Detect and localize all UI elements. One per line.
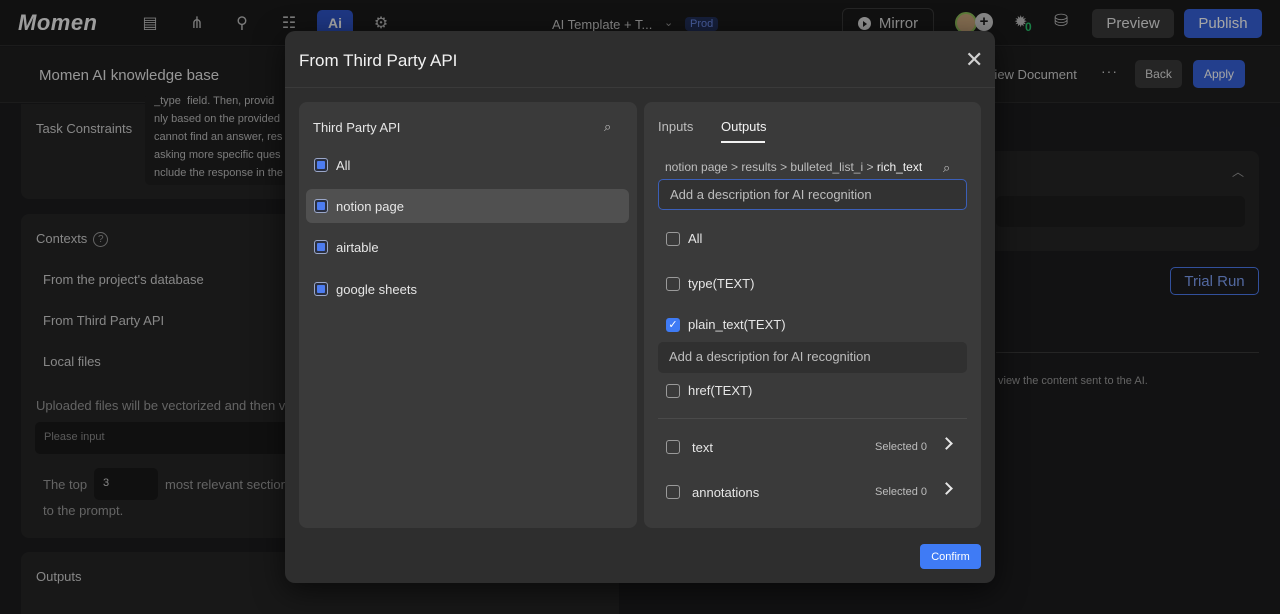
field-href[interactable]: href(TEXT) (666, 383, 752, 398)
tab-inputs[interactable]: Inputs (658, 119, 693, 134)
close-icon[interactable]: ✕ (965, 49, 983, 71)
api-source-airtable[interactable]: airtable (306, 230, 629, 264)
breadcrumb-path[interactable]: notion page > results > bulleted_list_i … (665, 160, 877, 174)
third-party-api-dialog: From Third Party API ✕ Third Party API ⌕… (285, 31, 995, 583)
field-label: type(TEXT) (688, 276, 755, 291)
field-label: href(TEXT) (688, 383, 753, 398)
group-label: text (692, 439, 713, 455)
api-source-label: All (336, 157, 351, 173)
checkbox[interactable] (666, 276, 680, 291)
search-icon[interactable]: ⌕ (604, 119, 611, 135)
checkbox-partial[interactable] (314, 199, 328, 213)
group-label: annotations (692, 484, 760, 500)
divider (285, 87, 995, 88)
api-source-notion-page[interactable]: notion page (306, 189, 629, 223)
field-type[interactable]: type(TEXT) (666, 276, 754, 291)
chevron-right-icon[interactable] (940, 482, 953, 495)
checkbox[interactable] (666, 440, 680, 454)
field-all[interactable]: All (666, 231, 702, 246)
dialog-title: From Third Party API (299, 51, 458, 70)
api-source-google-sheets[interactable]: google sheets (306, 272, 629, 306)
divider (658, 418, 967, 419)
field-label: All (688, 231, 703, 246)
api-source-list: Third Party API ⌕ All notion page airtab… (299, 102, 637, 528)
api-source-all[interactable]: All (306, 148, 629, 182)
description-input[interactable]: Add a description for AI recognition (658, 342, 967, 373)
checkbox[interactable] (666, 485, 680, 499)
checkbox-partial[interactable] (314, 282, 328, 296)
api-list-heading: Third Party API (313, 120, 401, 135)
group-row-annotations[interactable]: annotations Selected 0 (666, 482, 961, 502)
checkbox[interactable] (666, 383, 680, 398)
confirm-button[interactable]: Confirm (920, 544, 981, 569)
selected-count: Selected 0 (875, 486, 927, 498)
api-source-label: google sheets (336, 281, 417, 297)
field-selector: Inputs Outputs notion page > results > b… (644, 102, 981, 528)
checkbox-partial[interactable] (314, 240, 328, 254)
checkbox-partial[interactable] (314, 158, 328, 172)
api-source-label: airtable (336, 239, 379, 255)
field-plain-text[interactable]: ✓ plain_text(TEXT) (666, 317, 786, 332)
breadcrumb: notion page > results > bulleted_list_i … (665, 160, 922, 174)
description-input[interactable]: Add a description for AI recognition (658, 179, 967, 210)
checkbox[interactable] (666, 231, 680, 246)
api-source-label: notion page (336, 198, 404, 214)
active-tab-indicator (721, 141, 765, 143)
search-icon[interactable]: ⌕ (943, 160, 950, 176)
selected-count: Selected 0 (875, 441, 927, 453)
checkbox-checked[interactable]: ✓ (666, 317, 680, 332)
breadcrumb-current: rich_text (876, 160, 923, 174)
group-row-text[interactable]: text Selected 0 (666, 437, 961, 457)
chevron-right-icon[interactable] (940, 437, 953, 450)
tab-outputs[interactable]: Outputs (721, 119, 767, 134)
field-label: plain_text(TEXT) (688, 317, 786, 332)
